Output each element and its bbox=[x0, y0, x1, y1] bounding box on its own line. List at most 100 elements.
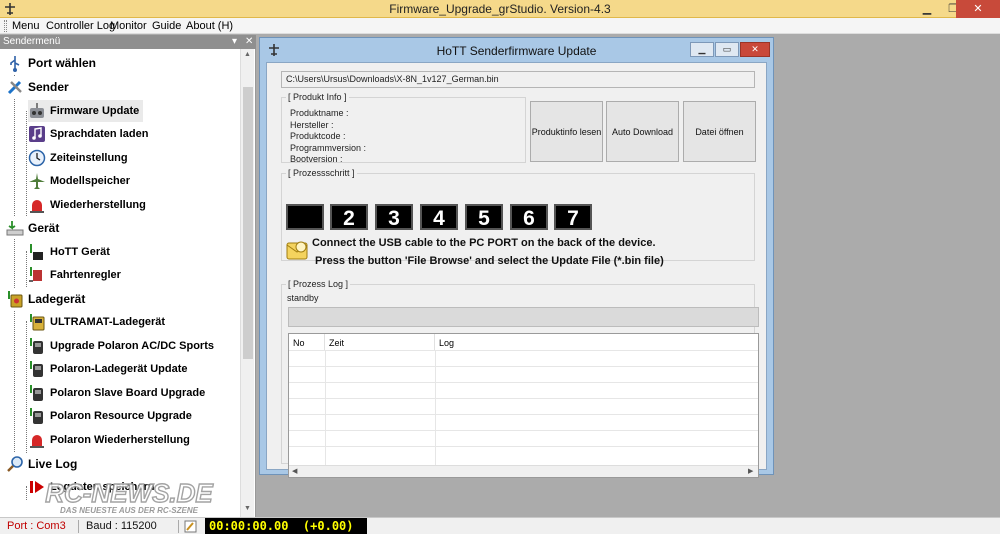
menu-item-about[interactable]: About (H) bbox=[186, 20, 233, 32]
step-box-4: 4 bbox=[420, 204, 458, 230]
scroll-right-icon[interactable]: ▶ bbox=[748, 467, 753, 475]
group-label: [ Prozess Log ] bbox=[286, 279, 351, 289]
charger-icon bbox=[30, 314, 45, 331]
scrollbar-thumb[interactable] bbox=[243, 87, 253, 359]
tree-item-fahrtenregler[interactable]: Fahrtenregler bbox=[28, 264, 125, 286]
pin-icon[interactable]: ▾ bbox=[232, 35, 237, 49]
tree-item-label: Wiederherstellung bbox=[50, 199, 146, 211]
tree-item-label: Polaron-Ladegerät Update bbox=[50, 363, 188, 375]
charger-icon bbox=[8, 291, 23, 308]
datei-oeffnen-button[interactable]: Datei öffnen bbox=[683, 101, 756, 162]
close-icon: ✕ bbox=[973, 3, 983, 15]
firmware-update-window: HoTT Senderfirmware Update ▁ ▭ ✕ C:\User… bbox=[259, 37, 774, 478]
tree-item-wiederherstellung[interactable]: Wiederherstellung bbox=[28, 194, 150, 216]
column-header-no[interactable]: No bbox=[289, 334, 325, 350]
magnifier-icon bbox=[7, 456, 23, 472]
tree-item-label: ULTRAMAT-Ladegerät bbox=[50, 316, 166, 328]
field-hersteller: Hersteller : bbox=[290, 119, 334, 130]
tree-item-zeiteinstellung[interactable]: Zeiteinstellung bbox=[28, 147, 132, 169]
tree-line bbox=[14, 64, 15, 474]
tree-item-label: Polaron Resource Upgrade bbox=[50, 410, 192, 422]
watermark-tagline: DAS NEUESTE AUS DER RC-SZENE bbox=[60, 506, 199, 515]
file-path-field[interactable]: C:\Users\Ursus\Downloads\X-8N_1v127_Germ… bbox=[281, 71, 755, 88]
field-programmversion: Programmversion : bbox=[290, 142, 367, 153]
charger-icon bbox=[30, 338, 43, 354]
grid-line bbox=[289, 366, 758, 367]
close-button[interactable]: ✕ bbox=[956, 0, 1000, 18]
minimize-button[interactable]: ▁ bbox=[914, 0, 940, 18]
tree-item-live-log[interactable]: Live Log bbox=[6, 453, 82, 475]
tree-item-modellspeicher[interactable]: Modellspeicher bbox=[28, 170, 135, 192]
receiver-icon bbox=[30, 244, 43, 260]
sidebar-header: Sendermenü ▾ ✕ bbox=[0, 35, 256, 49]
grid-line bbox=[289, 430, 758, 431]
tree-line bbox=[26, 111, 27, 216]
status-separator bbox=[178, 520, 179, 533]
tree-item-label: Fahrtenregler bbox=[50, 269, 121, 281]
menu-item-menu[interactable]: Menu bbox=[12, 20, 40, 32]
close-icon: ✕ bbox=[751, 44, 759, 54]
column-header-zeit[interactable]: Zeit bbox=[325, 334, 435, 350]
tree-item-geraet[interactable]: Gerät bbox=[6, 217, 64, 239]
timer-display: 00:00:00.00 (+0.00) bbox=[205, 518, 367, 534]
charger-icon bbox=[30, 385, 43, 401]
minimize-icon: ▁ bbox=[698, 44, 706, 54]
tree-item-ladegeraet[interactable]: Ladegerät bbox=[6, 288, 90, 310]
tree-item-label: Modellspeicher bbox=[50, 175, 131, 187]
tree-item-sprachdaten-laden[interactable]: Sprachdaten laden bbox=[28, 123, 153, 145]
tree-item-ultramat[interactable]: ULTRAMAT-Ladegerät bbox=[28, 311, 170, 333]
menu-item-controller-log[interactable]: Controller Log bbox=[46, 20, 115, 32]
step-box-1 bbox=[286, 204, 324, 230]
tree-item-label: Firmware Update bbox=[50, 105, 140, 117]
tree-item-upgrade-polaron-acdc[interactable]: Upgrade Polaron AC/DC Sports bbox=[28, 335, 218, 357]
field-produktcode: Produktcode : bbox=[290, 131, 346, 141]
produktinfo-lesen-button[interactable]: Produktinfo lesen bbox=[530, 101, 603, 162]
sidebar-scrollbar[interactable]: ▲ ▼ bbox=[240, 49, 254, 517]
dialog-maximize-button[interactable]: ▭ bbox=[715, 42, 739, 57]
field-produktname: Produktname : bbox=[290, 108, 349, 118]
edit-icon bbox=[184, 520, 197, 533]
tree-item-hott-geraet[interactable]: HoTT Gerät bbox=[28, 241, 114, 263]
scroll-up-icon[interactable]: ▲ bbox=[244, 51, 251, 58]
maximize-icon: ▭ bbox=[722, 44, 732, 54]
tree-item-label: HoTT Gerät bbox=[50, 246, 110, 258]
grid-line bbox=[289, 350, 758, 351]
dialog-client: C:\Users\Ursus\Downloads\X-8N_1v127_Germ… bbox=[266, 62, 767, 478]
log-table[interactable]: No Zeit Log ◀ ▶ bbox=[288, 333, 759, 478]
tree-item-label: Zeiteinstellung bbox=[50, 152, 128, 164]
charger-icon bbox=[30, 408, 43, 424]
tree-item-polaron-resource[interactable]: Polaron Resource Upgrade bbox=[28, 405, 196, 427]
log-horizontal-scrollbar[interactable]: ◀ ▶ bbox=[289, 465, 758, 477]
product-info-group: [ Produkt Info ] Produktname : Herstelle… bbox=[281, 92, 526, 164]
dialog-titlebar: HoTT Senderfirmware Update ▁ ▭ ✕ bbox=[260, 38, 773, 62]
clock-icon bbox=[28, 149, 46, 167]
status-separator bbox=[78, 520, 79, 533]
tree-item-polaron-wiederherstellung[interactable]: Polaron Wiederherstellung bbox=[28, 429, 194, 451]
speed-controller-icon bbox=[29, 267, 42, 282]
grid-line bbox=[435, 350, 436, 466]
grid-line bbox=[289, 398, 758, 399]
tree-item-polaron-slave-board[interactable]: Polaron Slave Board Upgrade bbox=[28, 382, 210, 404]
device-download-icon bbox=[6, 221, 24, 236]
instruction-line-1: Connect the USB cable to the PC PORT on … bbox=[312, 237, 656, 249]
close-icon[interactable]: ✕ bbox=[245, 35, 253, 49]
dialog-minimize-button[interactable]: ▁ bbox=[690, 42, 714, 57]
instruction-line-2: Press the button 'File Browse' and selec… bbox=[315, 255, 664, 267]
tree-item-sender[interactable]: Sender bbox=[6, 76, 73, 98]
menu-item-monitor[interactable]: Monitor bbox=[110, 20, 147, 32]
tree-item-firmware-update[interactable]: Firmware Update bbox=[28, 100, 144, 122]
dialog-close-button[interactable]: ✕ bbox=[740, 42, 770, 57]
menu-item-guide[interactable]: Guide bbox=[152, 20, 181, 32]
status-text: standby bbox=[287, 293, 319, 303]
auto-download-button[interactable]: Auto Download bbox=[606, 101, 679, 162]
tree-item-polaron-ladegeraet-update[interactable]: Polaron-Ladegerät Update bbox=[28, 358, 192, 380]
usb-icon bbox=[10, 56, 20, 72]
scroll-left-icon[interactable]: ◀ bbox=[292, 467, 297, 475]
tree-item-label: Sprachdaten laden bbox=[50, 128, 149, 140]
step-box-2: 2 bbox=[330, 204, 368, 230]
tree-item-port-waehlen[interactable]: Port wählen bbox=[6, 52, 101, 74]
scroll-down-icon[interactable]: ▼ bbox=[244, 505, 251, 512]
transmitter-icon bbox=[30, 103, 44, 118]
notice-icon bbox=[286, 241, 308, 260]
column-header-log[interactable]: Log bbox=[435, 334, 758, 350]
